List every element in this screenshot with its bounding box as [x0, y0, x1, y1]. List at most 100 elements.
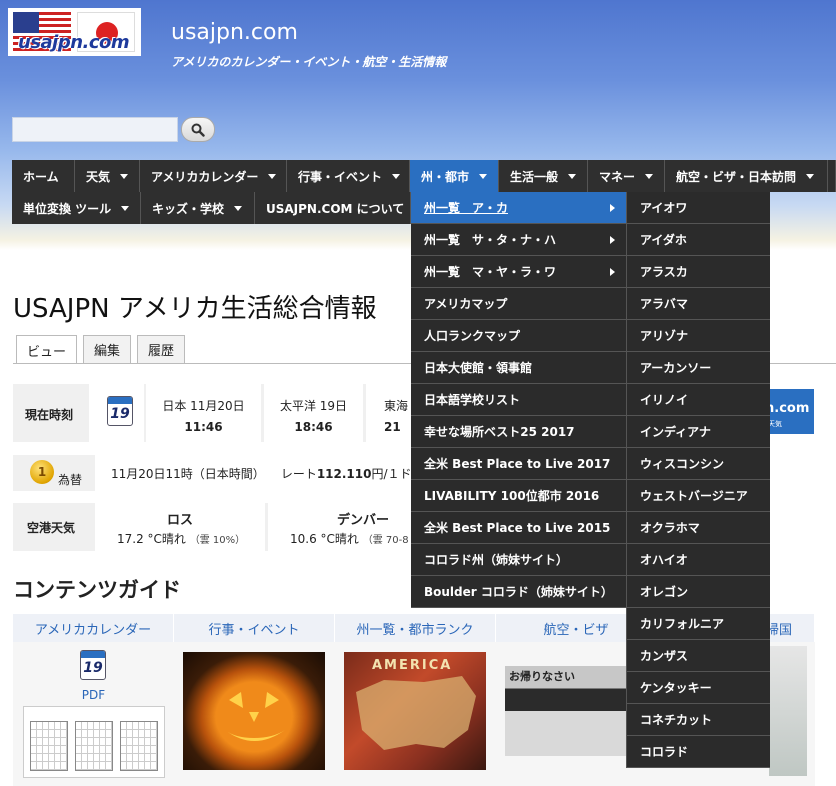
exchange-label: 為替: [58, 473, 83, 487]
state-item[interactable]: アイダホ: [627, 224, 770, 256]
current-time-row: 現在時刻 19 日本 11月20日 11:46 太平洋 19日 18:46 東海…: [13, 384, 411, 442]
calendar-icon[interactable]: 19: [107, 396, 133, 426]
state-item[interactable]: オレゴン: [627, 576, 770, 608]
caret-down-icon: [645, 173, 654, 179]
caret-down-icon: [268, 173, 277, 179]
contents-guide-title: コンテンツガイド: [13, 578, 181, 602]
dd-embassy[interactable]: 日本大使館・領事館: [411, 352, 626, 384]
tab-view[interactable]: ビュー: [16, 335, 78, 364]
dd-japanese-schools[interactable]: 日本語学校リスト: [411, 384, 626, 416]
page-title: USAJPN アメリカ生活総合情報: [13, 294, 377, 324]
dd-america-map[interactable]: アメリカマップ: [411, 288, 626, 320]
state-item[interactable]: ウェストバージニア: [627, 480, 770, 512]
state-item[interactable]: カンザス: [627, 640, 770, 672]
calendar-icon[interactable]: 19: [80, 650, 106, 680]
page-tabs: ビュー 編集 履歴: [16, 335, 186, 364]
chevron-right-icon: [610, 204, 615, 212]
tz-eastern: 東海 21: [366, 384, 411, 442]
nav-money[interactable]: マネー: [588, 160, 665, 192]
main-nav-row-1: ホーム 天気 アメリカカレンダー 行事・イベント 州・都市 生活一般 マネー 航…: [12, 160, 836, 192]
search-icon: [191, 123, 205, 137]
states-a-ka-submenu: アイオワ アイダホ アラスカ アラバマ アリゾナ アーカンソー イリノイ インデ…: [626, 192, 770, 768]
exchange-rate-row: 1 為替 11月20日11時（日本時間） レート112.110円/１ド: [13, 455, 412, 491]
nav-home[interactable]: ホーム: [12, 160, 75, 192]
airport-weather-label: 空港天気: [27, 521, 76, 535]
search-button[interactable]: [181, 117, 215, 142]
guide-calendar-body: 19 PDF: [13, 642, 174, 786]
site-tagline: アメリカのカレンダー・イベント・航空・生活情報: [171, 55, 447, 69]
weather-denver: デンバー 10.6 °C晴れ （雲 70-8: [268, 503, 411, 551]
dd-livability-2016[interactable]: LIVABILITY 100位都市 2016: [411, 480, 626, 512]
current-time-label: 現在時刻: [25, 408, 74, 422]
guide-link-events[interactable]: 行事・イベント: [174, 614, 335, 642]
state-item[interactable]: アラバマ: [627, 288, 770, 320]
calendar-cell: 19: [89, 384, 144, 442]
nav-states-cities[interactable]: 州・都市: [410, 160, 499, 192]
nav-unit-tools[interactable]: 単位変換 ツール: [12, 192, 141, 224]
nav-aviation-visa[interactable]: 航空・ビザ・日本訪問: [665, 160, 828, 192]
state-item[interactable]: オハイオ: [627, 544, 770, 576]
dd-best-place-2015[interactable]: 全米 Best Place to Live 2015: [411, 512, 626, 544]
dd-boulder-sister-site[interactable]: Boulder コロラド（姉妹サイト）: [411, 576, 626, 608]
nav-about[interactable]: USAJPN.COM について: [255, 192, 423, 224]
state-item[interactable]: アーカンソー: [627, 352, 770, 384]
caret-down-icon: [806, 173, 815, 179]
state-item[interactable]: アラスカ: [627, 256, 770, 288]
main-nav-row-2: 単位変換 ツール キッズ・学校 USAJPN.COM について: [12, 192, 423, 224]
tz-japan: 日本 11月20日 11:46: [146, 384, 261, 442]
pdf-link[interactable]: PDF: [13, 688, 174, 702]
guide-link-calendar[interactable]: アメリカカレンダー: [13, 614, 174, 642]
search-input[interactable]: [12, 117, 178, 142]
site-title[interactable]: usajpn.com: [171, 20, 298, 45]
dd-population-map[interactable]: 人口ランクマップ: [411, 320, 626, 352]
state-item[interactable]: アイオワ: [627, 192, 770, 224]
caret-down-icon: [120, 173, 129, 179]
site-logo[interactable]: usajpn.com: [8, 8, 141, 56]
promo-banner[interactable]: n.com 天気: [769, 389, 814, 434]
caret-down-icon: [234, 205, 243, 211]
state-item[interactable]: インディアナ: [627, 416, 770, 448]
chevron-right-icon: [610, 236, 615, 244]
calendar-pdf-thumbnail[interactable]: [23, 706, 165, 778]
state-item[interactable]: アリゾナ: [627, 320, 770, 352]
state-item[interactable]: ケンタッキー: [627, 672, 770, 704]
guide-events-body: [174, 642, 335, 786]
nav-kids-school[interactable]: キッズ・学校: [141, 192, 255, 224]
america-map-image[interactable]: AMERICA: [344, 652, 486, 770]
tab-edit[interactable]: 編集: [83, 335, 132, 363]
tab-history[interactable]: 履歴: [137, 335, 186, 363]
return-image[interactable]: [769, 646, 807, 776]
caret-down-icon: [568, 173, 577, 179]
states-cities-dropdown: 州一覧 ア・カ 州一覧 サ・タ・ナ・ハ 州一覧 マ・ヤ・ラ・ワ アメリカマップ …: [411, 192, 626, 608]
dd-states-sa-ha[interactable]: 州一覧 サ・タ・ナ・ハ: [411, 224, 626, 256]
caret-down-icon: [479, 173, 488, 179]
dd-colorado-sister-site[interactable]: コロラド州（姉妹サイト）: [411, 544, 626, 576]
nav-more[interactable]: [828, 160, 836, 192]
chevron-right-icon: [610, 268, 615, 276]
nav-weather[interactable]: 天気: [75, 160, 140, 192]
state-item[interactable]: ウィスコンシン: [627, 448, 770, 480]
dd-states-ma-wa[interactable]: 州一覧 マ・ヤ・ラ・ワ: [411, 256, 626, 288]
logo-text: usajpn.com: [18, 32, 130, 53]
dd-states-a-ka[interactable]: 州一覧 ア・カ: [411, 192, 626, 224]
nav-living[interactable]: 生活一般: [499, 160, 588, 192]
caret-down-icon: [392, 173, 401, 179]
guide-link-states[interactable]: 州一覧・都市ランク: [335, 614, 496, 642]
dd-happy-places-2017[interactable]: 幸せな場所ベスト25 2017: [411, 416, 626, 448]
nav-calendar[interactable]: アメリカカレンダー: [140, 160, 287, 192]
exchange-info: 11月20日11時（日本時間） レート112.110円/１ド: [95, 455, 412, 491]
state-item[interactable]: コネチカット: [627, 704, 770, 736]
tz-pacific: 太平洋 19日 18:46: [264, 384, 363, 442]
weather-los-angeles: ロス 17.2 °C晴れ （雲 10%）: [95, 503, 265, 551]
dd-best-place-2017[interactable]: 全米 Best Place to Live 2017: [411, 448, 626, 480]
state-item[interactable]: コロラド: [627, 736, 770, 768]
jack-o-lantern-face: [225, 692, 285, 741]
coin-icon: 1: [30, 460, 54, 484]
state-item[interactable]: オクラホマ: [627, 512, 770, 544]
caret-down-icon: [121, 205, 130, 211]
nav-events[interactable]: 行事・イベント: [287, 160, 410, 192]
airport-weather-row: 空港天気 ロス 17.2 °C晴れ （雲 10%） デンバー 10.6 °C晴れ…: [13, 503, 411, 551]
state-item[interactable]: カリフォルニア: [627, 608, 770, 640]
pumpkin-image[interactable]: [183, 652, 325, 770]
state-item[interactable]: イリノイ: [627, 384, 770, 416]
